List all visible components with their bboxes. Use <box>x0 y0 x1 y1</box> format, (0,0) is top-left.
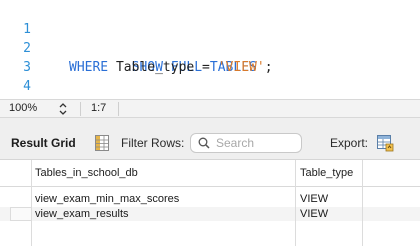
editor-status-bar: 100% 1:7 <box>0 99 420 118</box>
code-line-4: 4 <box>0 58 420 94</box>
column-divider <box>31 160 32 187</box>
table-row[interactable]: view_exam_min_max_scores VIEW <box>0 192 420 206</box>
query-workspace: 1 SHOW FULL TABLES 2 WHERE Table_type = … <box>0 0 420 246</box>
grid-header-row: Tables_in_school_db Table_type <box>0 160 420 187</box>
result-grid[interactable]: Tables_in_school_db Table_type view_exam… <box>0 160 420 246</box>
status-divider <box>80 102 81 116</box>
table-cell[interactable]: view_exam_results <box>35 207 129 221</box>
column-divider <box>362 187 363 246</box>
column-divider[interactable] <box>295 160 296 187</box>
grid-icon[interactable] <box>95 135 109 151</box>
code-line-3: 3 <box>0 39 420 75</box>
table-row[interactable]: view_exam_results VIEW <box>0 207 420 221</box>
table-cell[interactable]: view_exam_min_max_scores <box>35 192 179 206</box>
result-toolbar: Result Grid Filter Rows: Export: <box>0 126 420 160</box>
row-selector[interactable] <box>10 207 31 221</box>
cursor-position: 1:7 <box>91 102 107 114</box>
up-down-chevron-icon[interactable] <box>57 102 69 116</box>
code-line-5: 5 <box>0 77 420 99</box>
table-cell[interactable]: VIEW <box>300 192 328 206</box>
zoom-level[interactable]: 100% <box>9 100 37 117</box>
column-divider[interactable] <box>362 160 363 187</box>
export-table-icon[interactable] <box>376 134 394 152</box>
sql-editor[interactable]: 1 SHOW FULL TABLES 2 WHERE Table_type = … <box>0 0 420 99</box>
column-header-table-type[interactable]: Table_type <box>300 167 353 179</box>
filter-search-box[interactable] <box>190 133 302 153</box>
code-line-1: 1 SHOW FULL TABLES <box>0 1 420 75</box>
panel-separator <box>0 118 420 126</box>
filter-search-input[interactable] <box>216 135 298 151</box>
column-header-tables-in-school-db[interactable]: Tables_in_school_db <box>35 167 138 179</box>
result-grid-label[interactable]: Result Grid <box>11 136 76 150</box>
column-divider <box>295 187 296 246</box>
code-line-2: 2 WHERE Table_type = 'VIEW'; <box>0 20 420 75</box>
column-divider <box>31 187 32 246</box>
status-divider <box>118 102 119 116</box>
table-cell[interactable]: VIEW <box>300 207 328 221</box>
magnifier-icon <box>198 137 210 149</box>
filter-rows-label: Filter Rows: <box>121 136 185 150</box>
export-label: Export: <box>330 136 369 150</box>
